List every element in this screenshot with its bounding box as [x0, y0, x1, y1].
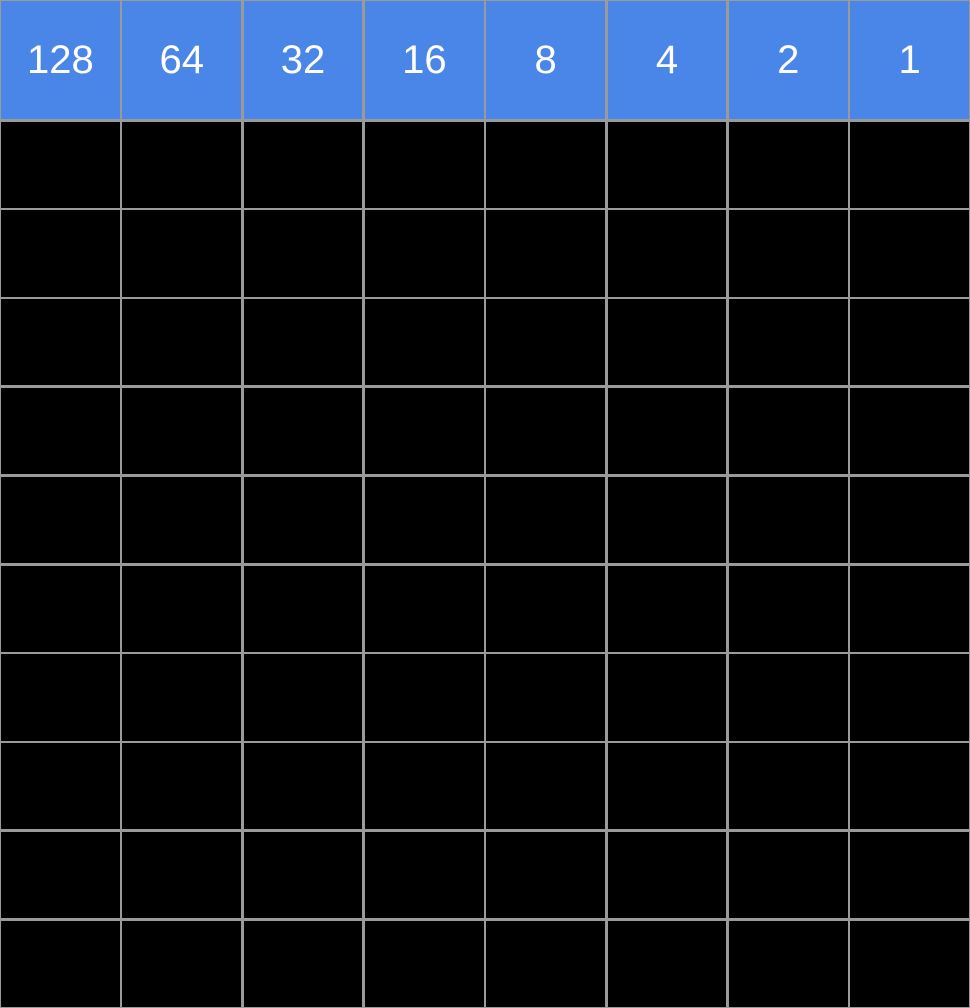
grid-cell [244, 122, 363, 208]
grid-cell [608, 654, 727, 740]
grid-cell [365, 122, 484, 208]
grid-cell [486, 654, 605, 740]
grid-cell [850, 654, 969, 740]
grid-cell [365, 210, 484, 296]
grid-cell [122, 566, 241, 652]
grid-cell [122, 832, 241, 918]
col-header-1: 1 [850, 1, 969, 119]
grid-cell [244, 832, 363, 918]
grid-cell [1, 210, 120, 296]
grid-cell [729, 388, 848, 474]
grid-cell [608, 477, 727, 563]
grid-cell [1, 122, 120, 208]
grid-cell [729, 566, 848, 652]
col-header-32: 32 [244, 1, 363, 119]
grid-cell [244, 477, 363, 563]
grid-cell [850, 477, 969, 563]
grid-cell [850, 832, 969, 918]
col-header-64: 64 [122, 1, 241, 119]
grid-cell [244, 388, 363, 474]
col-header-2: 2 [729, 1, 848, 119]
grid-cell [486, 299, 605, 385]
grid-cell [244, 654, 363, 740]
grid-cell [729, 743, 848, 829]
grid-cell [1, 921, 120, 1007]
grid-cell [850, 566, 969, 652]
col-header-4: 4 [608, 1, 727, 119]
grid-cell [365, 388, 484, 474]
grid-cell [365, 566, 484, 652]
grid-cell [365, 743, 484, 829]
grid-cell [1, 299, 120, 385]
grid-cell [122, 210, 241, 296]
grid-cell [122, 122, 241, 208]
grid-cell [486, 921, 605, 1007]
col-header-16: 16 [365, 1, 484, 119]
grid-cell [850, 299, 969, 385]
grid-cell [608, 299, 727, 385]
grid-cell [486, 388, 605, 474]
grid-cell [486, 210, 605, 296]
grid-cell [850, 743, 969, 829]
grid-cell [486, 743, 605, 829]
grid-cell [729, 210, 848, 296]
grid-cell [244, 921, 363, 1007]
grid-cell [244, 299, 363, 385]
grid-cell [608, 210, 727, 296]
grid-cell [1, 832, 120, 918]
grid-cell [850, 388, 969, 474]
grid-cell [244, 210, 363, 296]
grid-cell [608, 388, 727, 474]
grid-cell [850, 122, 969, 208]
grid-cell [486, 566, 605, 652]
grid-cell [608, 832, 727, 918]
grid-cell [122, 477, 241, 563]
grid-cell [729, 654, 848, 740]
grid-cell [608, 122, 727, 208]
grid-cell [1, 743, 120, 829]
col-header-128: 128 [1, 1, 120, 119]
grid-cell [1, 566, 120, 652]
grid-cell [486, 832, 605, 918]
grid-cell [729, 832, 848, 918]
grid-cell [122, 299, 241, 385]
grid-cell [122, 388, 241, 474]
grid-cell [729, 477, 848, 563]
grid-cell [1, 388, 120, 474]
grid-cell [850, 210, 969, 296]
grid-cell [365, 921, 484, 1007]
grid-cell [122, 654, 241, 740]
grid-cell [850, 921, 969, 1007]
grid-cell [608, 566, 727, 652]
grid-cell [365, 477, 484, 563]
grid-cell [122, 921, 241, 1007]
grid-cell [486, 477, 605, 563]
grid-cell [729, 921, 848, 1007]
grid-cell [365, 299, 484, 385]
binary-grid: 128 64 32 16 8 4 2 1 [0, 0, 970, 1008]
grid-cell [729, 299, 848, 385]
grid-cell [608, 921, 727, 1007]
grid-cell [729, 122, 848, 208]
grid-cell [365, 832, 484, 918]
grid-cell [1, 654, 120, 740]
grid-cell [122, 743, 241, 829]
grid-cell [608, 743, 727, 829]
grid-cell [244, 743, 363, 829]
grid-cell [244, 566, 363, 652]
col-header-8: 8 [486, 1, 605, 119]
grid-cell [1, 477, 120, 563]
grid-cell [365, 654, 484, 740]
grid-cell [486, 122, 605, 208]
